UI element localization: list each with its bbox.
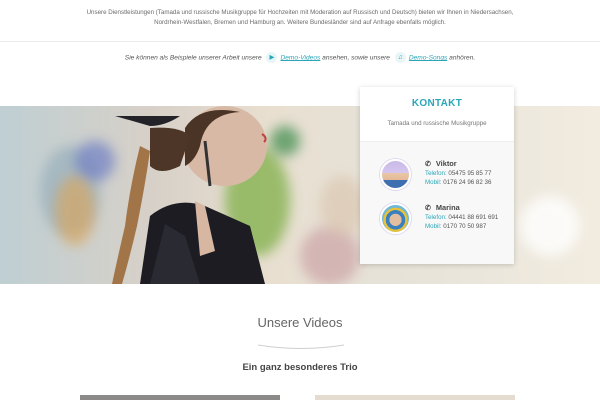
- person-phone[interactable]: Telefon: 04441 88 691 691: [425, 214, 498, 221]
- intro-text: Unsere Dienstleistungen (Tamada und russ…: [0, 8, 600, 28]
- contact-card: KONTAKT Tamada und russische Musikgruppe…: [360, 87, 514, 264]
- contact-subtitle: Tamada und russische Musikgruppe: [387, 120, 487, 127]
- ornament-divider: [257, 344, 345, 349]
- videos-section-title: Unsere Videos: [257, 315, 343, 330]
- video-subtitle: Ein ganz besonderes Trio: [242, 362, 358, 373]
- demo-videos-link[interactable]: Demo-Videos: [280, 54, 320, 61]
- contact-person-viktor: ✆ Viktor Telefon: 05475 95 85 77 Mobil: 0…: [360, 156, 514, 200]
- demo-line: Sie können als Beispiele unserer Arbeit …: [0, 52, 600, 63]
- phone-icon: ✆: [425, 205, 431, 212]
- contact-body: ✆ Viktor Telefon: 05475 95 85 77 Mobil: 0…: [360, 142, 514, 264]
- person-mobile[interactable]: Mobil: 0176 24 96 82 36: [425, 179, 491, 186]
- demo-text-3: anhören.: [449, 54, 476, 62]
- avatar: [380, 159, 411, 190]
- video-camera-icon: ▶: [266, 52, 278, 63]
- video-thumbnail[interactable]: [315, 395, 515, 400]
- person-phone[interactable]: Telefon: 05475 95 85 77: [425, 170, 491, 177]
- intro-line-1: Unsere Dienstleistungen (Tamada und russ…: [86, 9, 514, 16]
- demo-text-2: ansehen, sowie unsere: [322, 54, 390, 62]
- avatar: [380, 203, 411, 234]
- demo-songs-link[interactable]: Demo-Songs: [409, 54, 447, 61]
- contact-header: KONTAKT Tamada und russische Musikgruppe: [360, 87, 514, 142]
- music-note-icon: ♫: [394, 52, 406, 63]
- intro-line-2: Nordrhein-Westfalen, Bremen und Hamburg …: [154, 19, 446, 26]
- phone-icon: ✆: [425, 161, 431, 168]
- video-thumbnail[interactable]: [80, 395, 280, 400]
- demo-text-1: Sie können als Beispiele unserer Arbeit …: [124, 54, 262, 62]
- person-name: ✆ Marina: [425, 203, 460, 212]
- contact-title: KONTAKT: [411, 98, 463, 109]
- contact-person-marina: ✆ Marina Telefon: 04441 88 691 691 Mobil:…: [360, 200, 514, 244]
- person-name: ✆ Viktor: [425, 159, 457, 168]
- person-mobile[interactable]: Mobil: 0170 70 50 987: [425, 223, 486, 230]
- divider: [0, 41, 600, 42]
